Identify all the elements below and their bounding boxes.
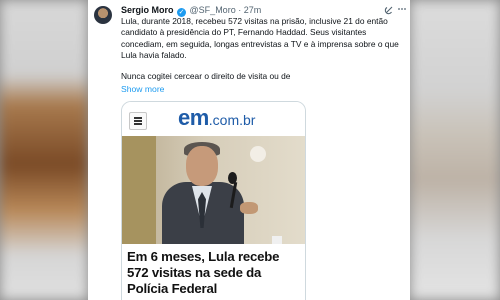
background-right xyxy=(410,0,500,300)
link-card[interactable]: em.com.br Em 6 meses, Lula recebe 572 vi… xyxy=(121,101,306,300)
logo-domain: .com.br xyxy=(208,112,256,128)
card-site-header: em.com.br xyxy=(122,102,305,136)
separator: · xyxy=(238,5,242,15)
tweet-paragraph-1: Lula, durante 2018, recebeu 572 visitas … xyxy=(121,16,399,61)
author-handle[interactable]: @SF_Moro xyxy=(190,5,236,15)
author-name[interactable]: Sergio Moro xyxy=(121,5,174,15)
tweet-text: Lula, durante 2018, recebeu 572 visitas … xyxy=(121,16,403,91)
background-left xyxy=(0,0,88,300)
avatar[interactable] xyxy=(94,6,112,24)
show-more-link[interactable]: Show more xyxy=(121,84,164,94)
hamburger-menu-icon[interactable] xyxy=(129,112,147,130)
grok-icon[interactable] xyxy=(384,5,394,15)
timestamp[interactable]: 27m xyxy=(244,5,262,15)
tweet: Sergio Moro ✓ @SF_Moro · 27m Lula, duran… xyxy=(88,0,410,300)
site-logo[interactable]: em.com.br xyxy=(178,105,255,134)
logo-brand: em xyxy=(178,105,209,130)
article-headline[interactable]: Em 6 meses, Lula recebe 572 visitas na s… xyxy=(127,249,301,297)
article-photo[interactable] xyxy=(122,136,305,244)
tweet-paragraph-2: Nunca cogitei cercear o direito de visit… xyxy=(121,70,291,81)
more-options-icon[interactable] xyxy=(397,4,407,14)
